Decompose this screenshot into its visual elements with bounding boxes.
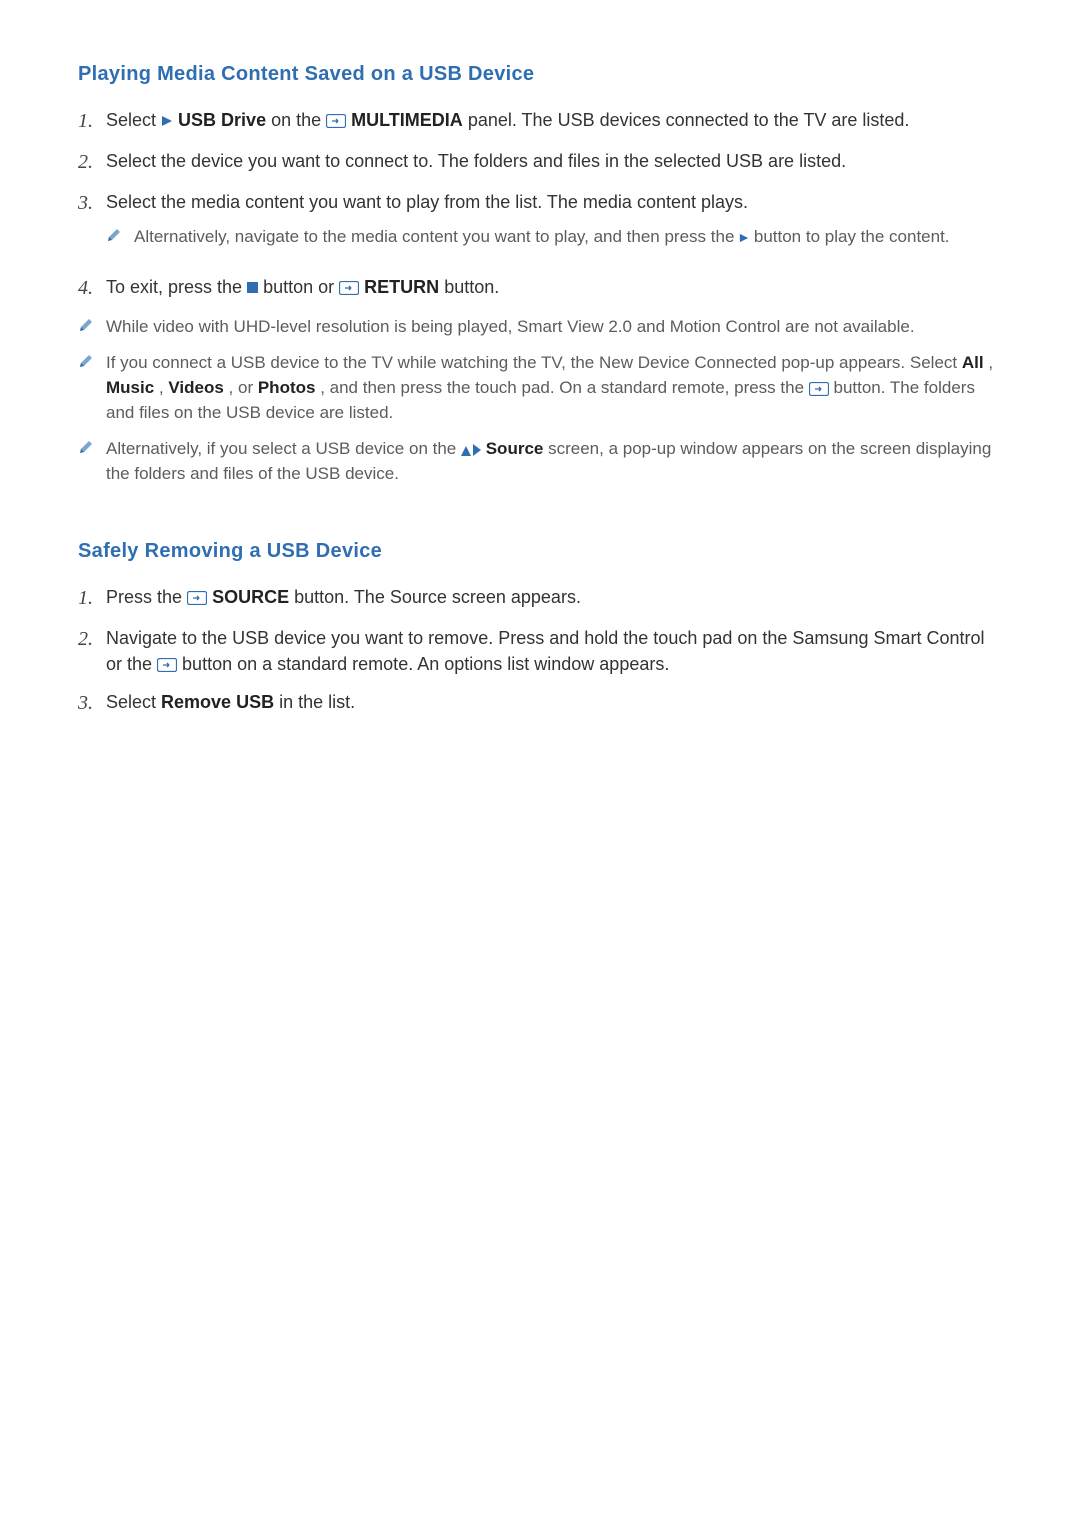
- play-icon: [161, 115, 173, 127]
- pencil-icon: [78, 351, 106, 369]
- text: Select: [106, 110, 161, 130]
- source-button-icon: [187, 591, 207, 605]
- step-body: To exit, press the button or RETURN butt…: [106, 274, 1002, 303]
- text: , or: [229, 378, 258, 397]
- text: Alternatively, navigate to the media con…: [134, 227, 739, 246]
- section-2-title: Safely Removing a USB Device: [78, 537, 1002, 566]
- return-button-icon: [339, 281, 359, 295]
- text: in the list.: [279, 692, 355, 712]
- note-body: If you connect a USB device to the TV wh…: [106, 351, 1002, 425]
- step-body: Select the media content you want to pla…: [106, 189, 1002, 262]
- step-body: Navigate to the USB device you want to r…: [106, 625, 1002, 677]
- stop-icon: [247, 282, 258, 293]
- pencil-icon: [78, 315, 106, 333]
- pencil-icon: [106, 225, 134, 243]
- text: Alternatively, if you select a USB devic…: [106, 439, 461, 458]
- text: ,: [159, 378, 168, 397]
- step-4: 4. To exit, press the button or RETURN b…: [78, 274, 1002, 303]
- note-body: Alternatively, navigate to the media con…: [134, 225, 1002, 250]
- step-2: 2. Select the device you want to connect…: [78, 148, 1002, 177]
- text: , and then press the touch pad. On a sta…: [320, 378, 809, 397]
- step-body: Select Remove USB in the list.: [106, 689, 1002, 718]
- bold-text: RETURN: [364, 277, 439, 297]
- step-3: 3. Select the media content you want to …: [78, 189, 1002, 262]
- note: If you connect a USB device to the TV wh…: [78, 351, 1002, 425]
- text: on the: [271, 110, 326, 130]
- text: panel. The USB devices connected to the …: [468, 110, 910, 130]
- enter-button-icon: [809, 382, 829, 396]
- step-2: 2. Navigate to the USB device you want t…: [78, 625, 1002, 677]
- play-icon: [739, 233, 749, 243]
- text: To exit, press the: [106, 277, 247, 297]
- step-body: Select the device you want to connect to…: [106, 148, 1002, 177]
- bold-text: Videos: [168, 378, 223, 397]
- step-number: 3.: [78, 189, 106, 262]
- bold-text: USB Drive: [178, 110, 266, 130]
- step-number: 2.: [78, 148, 106, 177]
- note: Alternatively, navigate to the media con…: [106, 225, 1002, 250]
- bold-text: Music: [106, 378, 154, 397]
- bold-text: MULTIMEDIA: [351, 110, 463, 130]
- step-1: 1. Select USB Drive on the MULTIMEDIA pa…: [78, 107, 1002, 136]
- pencil-icon: [78, 437, 106, 455]
- section-1-title: Playing Media Content Saved on a USB Dev…: [78, 60, 1002, 89]
- note-body: Alternatively, if you select a USB devic…: [106, 437, 1002, 486]
- step-body: Press the SOURCE button. The Source scre…: [106, 584, 1002, 613]
- note: While video with UHD-level resolution is…: [78, 315, 1002, 340]
- text: button.: [444, 277, 499, 297]
- bold-text: SOURCE: [212, 587, 289, 607]
- bold-text: Remove USB: [161, 692, 274, 712]
- text: Select the media content you want to pla…: [106, 192, 748, 212]
- step-number: 3.: [78, 689, 106, 718]
- note-body: While video with UHD-level resolution is…: [106, 315, 1002, 340]
- step-body: Select USB Drive on the MULTIMEDIA panel…: [106, 107, 1002, 136]
- text: button or: [263, 277, 339, 297]
- step-number: 1.: [78, 584, 106, 613]
- step-number: 1.: [78, 107, 106, 136]
- bold-text: All: [962, 353, 984, 372]
- step-number: 4.: [78, 274, 106, 303]
- text: button to play the content.: [754, 227, 950, 246]
- text: Select: [106, 692, 161, 712]
- bold-text: Photos: [258, 378, 316, 397]
- nav-arrows-icon: [461, 444, 481, 456]
- step-1: 1. Press the SOURCE button. The Source s…: [78, 584, 1002, 613]
- step-number: 2.: [78, 625, 106, 677]
- text: button. The Source screen appears.: [294, 587, 581, 607]
- text: If you connect a USB device to the TV wh…: [106, 353, 962, 372]
- text: button on a standard remote. An options …: [182, 654, 669, 674]
- enter-button-icon: [157, 658, 177, 672]
- section-2-steps: 1. Press the SOURCE button. The Source s…: [78, 584, 1002, 718]
- source-button-icon: [326, 114, 346, 128]
- step-3: 3. Select Remove USB in the list.: [78, 689, 1002, 718]
- bold-text: Source: [486, 439, 544, 458]
- section-1-steps: 1. Select USB Drive on the MULTIMEDIA pa…: [78, 107, 1002, 303]
- note: Alternatively, if you select a USB devic…: [78, 437, 1002, 486]
- text: Press the: [106, 587, 187, 607]
- text: ,: [988, 353, 993, 372]
